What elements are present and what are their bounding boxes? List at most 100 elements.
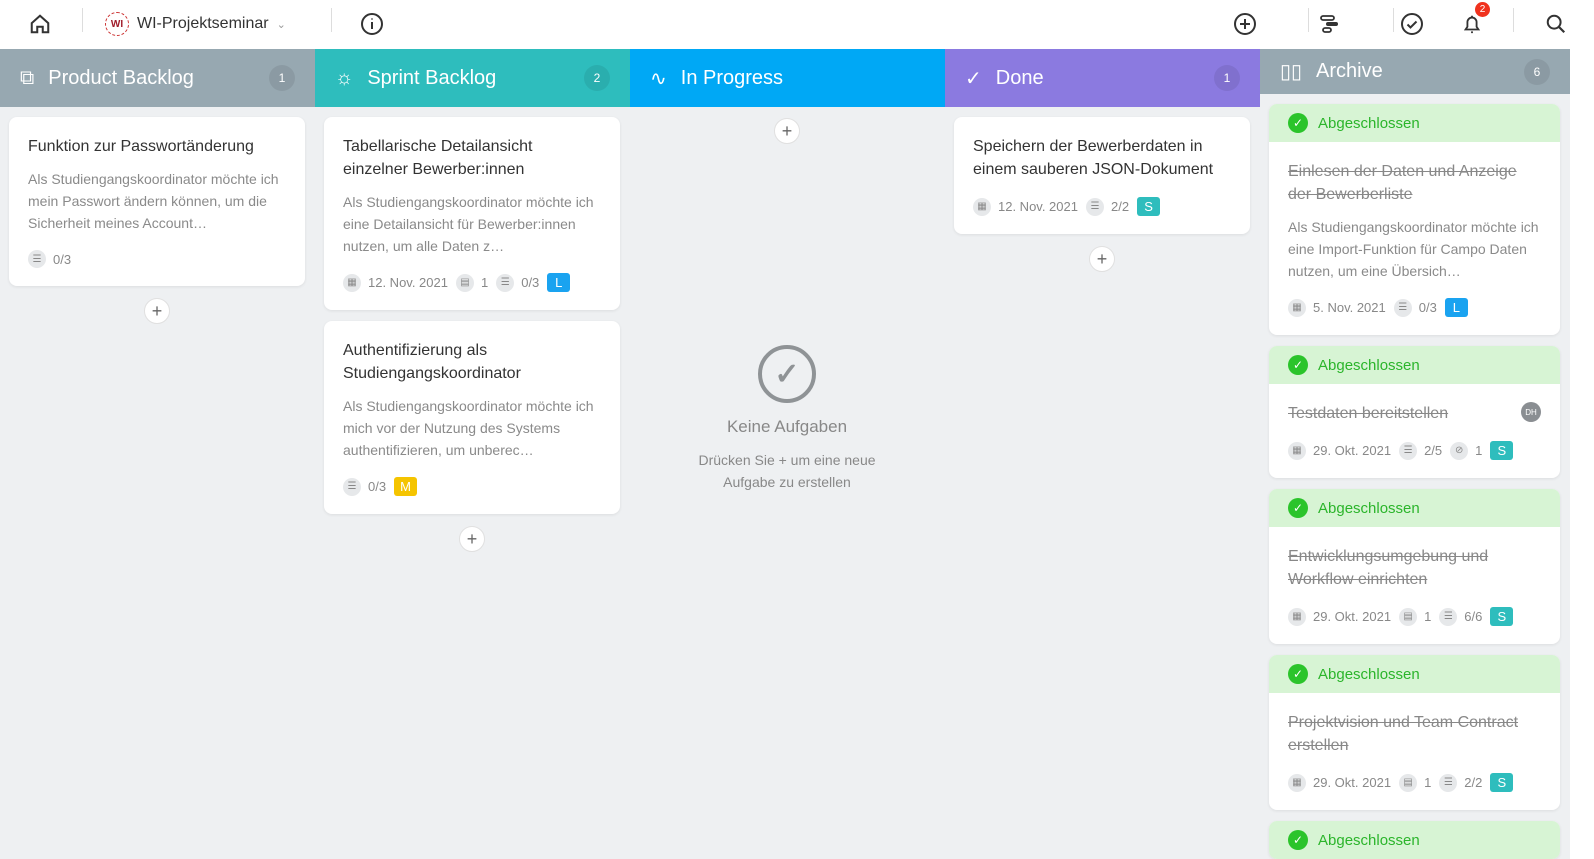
task-card[interactable]: Funktion zur Passwortänderung Als Studien… [9,117,305,286]
add-task-button[interactable]: + [144,298,170,324]
checklist-value: 0/3 [521,275,540,290]
checklist-icon: ☰ [1439,607,1458,626]
lightbulb-icon: ☼ [335,66,354,89]
task-card[interactable]: Tabellarische Detailansicht einzelner Be… [324,117,620,310]
card-meta: ☰ 0/3 [28,250,286,268]
status-label: Abgeschlossen [1318,665,1420,683]
card-meta: ▦ 5. Nov. 2021 ☰ 0/3 L [1288,298,1541,317]
column-title: Product Backlog [48,66,194,89]
date-value: 29. Okt. 2021 [1313,443,1392,458]
date-meta: ▦ 29. Okt. 2021 [1288,607,1392,626]
checklist-value: 0/3 [368,479,387,494]
checklist-icon: ☰ [343,477,361,496]
tasks-check-icon[interactable] [1396,8,1428,40]
status-banner: ✓ Abgeschlossen [1269,821,1560,859]
task-card[interactable]: Authentifizierung als Studiengangskoordi… [324,321,620,514]
empty-state: ✓ Keine Aufgaben Drücken Sie + um eine n… [639,345,935,493]
project-logo: WI [105,12,129,36]
comments-value: 1 [1424,775,1432,790]
checklist-meta: ☰ 0/3 [343,477,387,496]
timeline-icon[interactable] [1313,8,1345,40]
checklist-meta: ☰ 6/6 [1439,607,1483,626]
column-header[interactable]: ✓ Done 1 [945,49,1260,107]
comments-value: 1 [1424,609,1432,624]
size-badge: L [547,273,571,292]
check-icon: ✓ [1288,355,1308,375]
task-card[interactable]: ✓ Abgeschlossen [1269,821,1560,859]
checklist-value: 6/6 [1464,609,1483,624]
task-card[interactable]: ✓ Abgeschlossen Projektvision und Team Con… [1269,655,1560,810]
search-icon[interactable] [1540,8,1572,40]
column-header[interactable]: ⧉ Product Backlog 1 [0,49,315,107]
checklist-icon: ☰ [1393,298,1412,317]
checklist-meta: ☰ 2/2 [1085,197,1129,216]
checklist-meta: ☰ 2/5 [1399,441,1442,460]
status-banner: ✓ Abgeschlossen [1269,489,1560,527]
column-progress: ∿ In Progress + ✓ Keine Aufgaben Drücken… [630,49,945,859]
task-card[interactable]: ✓ Abgeschlossen Einlesen der Daten und Anz… [1269,104,1560,335]
add-circle-icon[interactable] [1229,8,1261,40]
card-list: Funktion zur Passwortänderung Als Studien… [0,107,315,324]
task-card[interactable]: ✓ Abgeschlossen Entwicklungsumgebung und W… [1269,489,1560,644]
column-header[interactable]: ∿ In Progress [630,49,945,107]
date-icon: ▦ [1288,441,1306,460]
card-title: Projektvision und Team Contract erstelle… [1288,714,1519,754]
card-list: Tabellarische Detailansicht einzelner Be… [315,107,630,552]
book-icon: ▯▯ [1280,61,1303,83]
checklist-icon: ☰ [496,273,515,292]
column-header[interactable]: ▯▯ Archive 6 [1260,49,1570,94]
home-icon[interactable] [24,8,56,40]
size-badge: S [1490,773,1514,792]
date-value: 29. Okt. 2021 [1313,609,1392,624]
divider [331,8,332,32]
card-meta: ☰ 0/3 M [343,477,601,496]
checklist-icon: ☰ [1439,773,1458,792]
attachments-meta: ⊘ 1 [1450,441,1482,460]
date-icon: ▦ [1288,298,1306,317]
column-header[interactable]: ☼ Sprint Backlog 2 [315,49,630,107]
comments-value: 1 [480,275,489,290]
card-meta: ▦ 29. Okt. 2021 ▤ 1 ☰ 2/2 S [1288,773,1541,792]
checklist-value: 0/3 [1418,300,1437,315]
empty-title: Keine Aufgaben [726,417,848,436]
card-meta: ▦ 12. Nov. 2021 ☰ 2/2 S [973,197,1231,216]
info-icon[interactable] [356,8,388,40]
card-meta: ▦ 29. Okt. 2021 ☰ 2/5 ⊘ 1 S [1288,441,1541,460]
column-count: 2 [584,65,610,91]
avatar: DH [1521,402,1541,422]
bell-icon[interactable]: 2 [1456,2,1490,40]
date-meta: ▦ 12. Nov. 2021 [973,197,1078,216]
date-icon: ▦ [1288,773,1306,792]
column-product: ⧉ Product Backlog 1 Funktion zur Passwor… [0,49,315,859]
comments-icon: ▤ [1399,773,1418,792]
checklist-meta: ☰ 0/3 [28,250,71,268]
project-selector[interactable]: WI WI-Projektseminar ⌄ [105,8,286,40]
size-badge: L [1444,298,1468,317]
add-task-button[interactable]: + [459,526,485,552]
checklist-value: 2/2 [1464,775,1483,790]
divider [1308,8,1309,32]
comments-meta: ▤ 1 [455,273,489,292]
check-circle-icon: ✓ [758,345,816,403]
checklist-meta: ☰ 0/3 [496,273,540,292]
add-task-button[interactable]: + [1089,246,1115,272]
task-card[interactable]: ✓ Abgeschlossen Testdaten bereitstellen DH ▦… [1269,346,1560,478]
date-icon: ▦ [1288,607,1306,626]
column-count: 1 [269,65,295,91]
column-title: Done [995,66,1044,89]
checklist-meta: ☰ 2/2 [1439,773,1483,792]
checklist-icon: ☰ [1399,441,1418,460]
card-title: Funktion zur Passwortänderung [28,138,254,155]
notification-badge: 2 [1475,2,1490,17]
column-title: Archive [1316,60,1383,82]
empty-subtitle: Drücken Sie + um eine neue Aufgabe zu er… [698,452,876,490]
task-card[interactable]: Speichern der Bewerberdaten in einem sau… [954,117,1250,234]
date-value: 12. Nov. 2021 [998,199,1078,214]
check-icon: ✓ [1288,113,1308,133]
card-title: Einlesen der Daten und Anzeige der Bewer… [1288,163,1517,203]
comments-icon: ▤ [455,273,474,292]
add-task-button[interactable]: + [774,118,800,144]
divider [1513,8,1514,32]
column-title: Sprint Backlog [367,66,497,89]
date-icon: ▦ [973,197,991,216]
